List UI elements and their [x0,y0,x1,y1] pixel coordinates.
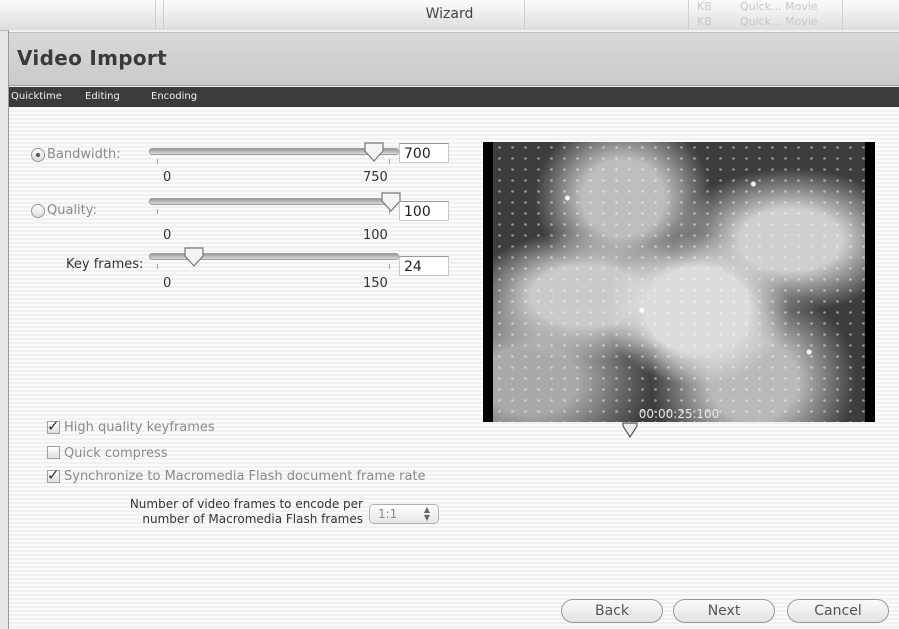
slider-tick [157,159,158,164]
window-titlebar: Wizard KB KB Quick... Movie Quick... Mov… [0,0,899,31]
bandwidth-max-label: 750 [363,170,388,185]
quality-value-field[interactable]: 100 [399,201,449,221]
keyframes-slider-thumb[interactable] [183,246,205,268]
video-frame-texture [493,142,865,422]
checkmark-icon: ✓ [47,466,60,484]
sync-frame-rate-label: Synchronize to Macromedia Flash document… [64,469,426,484]
keyframes-label: Key frames: [66,257,144,272]
sync-frame-rate-checkbox[interactable]: ✓ [47,466,60,484]
page-title: Video Import [17,46,167,70]
frame-ratio-label: Number of video frames to encode per num… [101,497,363,527]
bandwidth-slider-track[interactable] [149,148,399,155]
back-button[interactable]: Back [561,599,663,623]
frame-ratio-label-line1: Number of video frames to encode per [129,497,363,511]
bandwidth-min-label: 0 [163,170,172,185]
quick-compress-label: Quick compress [64,446,168,461]
bandwidth-value-field[interactable]: 700 [399,143,449,163]
tab-quicktime[interactable]: Quicktime [11,91,62,102]
header-banner: Video Import [9,32,899,86]
tab-editing[interactable]: Editing [85,91,120,102]
keyframes-min-label: 0 [163,276,172,291]
tab-bar: Quicktime Editing Encoding [9,87,899,107]
wizard-panel: Video Import Quicktime Editing Encoding … [8,30,899,629]
bandwidth-slider-thumb[interactable] [363,141,385,163]
quality-max-label: 100 [363,228,388,243]
next-button[interactable]: Next [673,599,775,623]
quality-min-label: 0 [163,228,172,243]
frame-ratio-label-line2: number of Macromedia Flash frames [142,512,363,526]
slider-tick [157,264,158,269]
keyframes-value-field[interactable]: 24 [399,256,449,276]
quality-radio[interactable] [31,204,45,218]
quality-label: Quality: [47,203,97,218]
playhead-marker-icon[interactable] [622,422,638,438]
quick-compress-checkbox[interactable] [47,446,60,459]
background-text: Quick... Movie [740,15,818,28]
background-text: Quick... Movie [740,0,818,13]
up-down-arrows-icon[interactable]: ▲ ▼ [424,506,430,522]
background-text: KB [697,15,712,28]
frame-ratio-value: 1:1 [378,507,398,521]
high-quality-keyframes-checkbox[interactable]: ✓ [47,417,60,435]
checkmark-icon: ✓ [47,417,60,435]
high-quality-keyframes-label: High quality keyframes [64,420,215,435]
slider-tick [389,264,390,269]
timecode-label: 00:00:25.100 [638,407,720,421]
bandwidth-label: Bandwidth: [47,147,121,162]
cancel-button[interactable]: Cancel [787,599,889,623]
video-preview: 00:00:25.100 [483,142,875,422]
background-text: KB [697,0,712,13]
slider-tick [389,159,390,164]
keyframes-max-label: 150 [363,276,388,291]
frame-ratio-stepper[interactable]: 1:1 ▲ ▼ [369,504,439,524]
bandwidth-radio[interactable] [31,148,45,162]
tab-encoding[interactable]: Encoding [151,91,197,102]
quality-slider-track[interactable] [149,198,399,205]
slider-tick [157,209,158,214]
